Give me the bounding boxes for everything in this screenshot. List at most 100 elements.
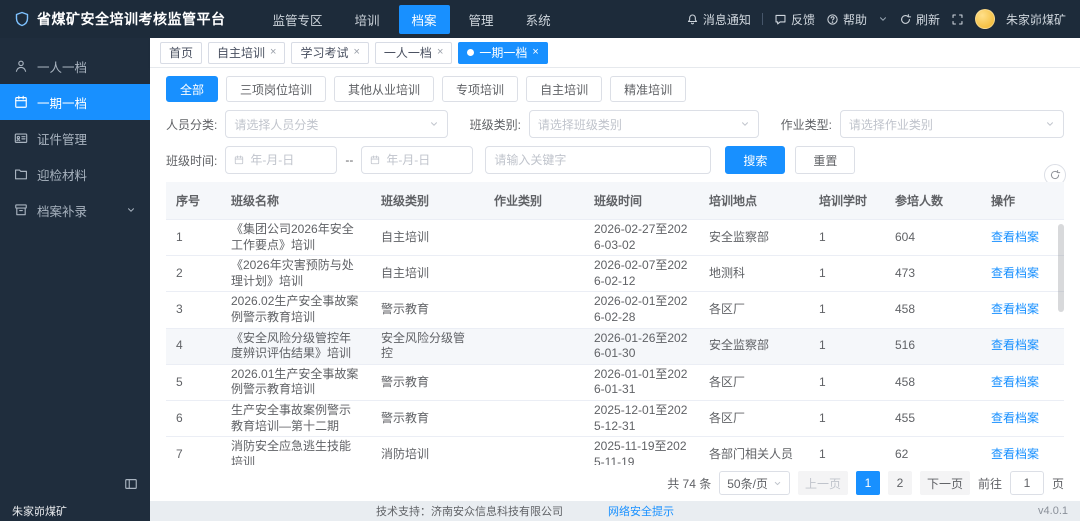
tag-period-archive[interactable]: 一期一档 × [458,41,548,64]
view-archive-link[interactable]: 查看档案 [991,375,1039,389]
nav-system[interactable]: 系统 [513,5,564,34]
col-hours: 培训学时 [809,182,885,220]
view-archive-link[interactable]: 查看档案 [991,447,1039,461]
tag-close-icon[interactable]: × [532,47,538,58]
nav-archive[interactable]: 档案 [398,4,450,34]
cell-place: 各部门相关人员 [699,436,809,465]
tag-close-icon[interactable]: × [270,47,276,58]
refresh-icon [901,13,912,24]
cell-name: 《集团公司2026年安全工作要点》培训 [221,219,371,257]
fullscreen-icon[interactable] [951,13,964,26]
page-size-select[interactable]: 50条/页 [719,471,790,495]
version-label: v4.0.1 [1038,505,1068,517]
col-actions: 操作 [981,182,1064,220]
folder-icon [15,169,27,180]
cell-time: 2026-02-27至2026-03-02 [584,219,699,257]
class-category-label: 班级类别: [469,117,521,132]
nav-supervision[interactable]: 监管专区 [260,5,336,34]
footer-bar: 技术支持：济南安众信息科技有限公司 网络安全提示 v4.0.1 [150,501,1080,521]
work-category-select[interactable]: 请选择作业类别 [839,110,1064,138]
cell-category: 警示教育 [371,291,484,329]
tab-self-training[interactable]: 自主培训 [526,76,603,102]
chevron-down-icon [1047,122,1053,126]
tag-person-archive[interactable]: 一人一档 × [374,41,453,64]
sidebar-item-label: 一人一档 [37,60,88,75]
tag-label: 首页 [169,46,194,60]
network-security-link[interactable]: 网络安全提示 [608,503,674,519]
prev-page-button[interactable]: 上一页 [797,471,848,495]
sidebar-item-person-archive[interactable]: 一人一档 [0,48,150,84]
date-end-input[interactable] [361,146,474,174]
tab-all[interactable]: 全部 [166,76,219,102]
select-placeholder: 请选择人员分类 [234,117,319,132]
view-archive-link[interactable]: 查看档案 [991,266,1039,280]
tag-close-icon[interactable]: × [353,47,359,58]
view-archive-link[interactable]: 查看档案 [991,302,1039,316]
class-table: 序号 班级名称 班级类别 作业类别 班级时间 培训地点 培训学时 参培人数 操作… [166,182,1064,465]
active-dot [467,49,475,56]
sidebar-item-period-archive[interactable]: 一期一档 [0,84,150,120]
header-nav: 监管专区 培训 档案 管理 系统 [260,4,564,34]
help-button[interactable]: 帮助 [826,11,867,28]
class-category-select[interactable]: 请选择班级类别 [528,110,759,138]
sidebar-item-archive-supplement[interactable]: 档案补录 [0,192,150,228]
nav-manage[interactable]: 管理 [456,5,507,34]
view-archive-link[interactable]: 查看档案 [991,230,1039,244]
sidebar-item-certificates[interactable]: 证件管理 [0,120,150,156]
cell-count: 516 [885,328,981,365]
scrollbar-thumb[interactable] [1058,224,1064,312]
tag-study-exam[interactable]: 学习考试 × [291,41,369,64]
chevron-down-icon[interactable] [878,14,888,24]
refresh-button[interactable]: 刷新 [899,11,940,28]
next-page-button[interactable]: 下一页 [919,471,970,495]
page-size-value: 50条/页 [727,476,768,491]
cell-hours: 1 [809,328,885,365]
cell-time: 2025-11-19至2025-11-19 [584,436,699,465]
cell-hours: 1 [809,291,885,329]
tab-three-post-training[interactable]: 三项岗位培训 [226,76,327,102]
tab-special-training[interactable]: 专项培训 [442,76,519,102]
col-no: 序号 [166,182,221,220]
tag-home[interactable]: 首页 [160,41,203,64]
page-number-2[interactable]: 2 [887,471,912,495]
tag-self-training[interactable]: 自主培训 × [208,41,286,64]
table-row: 6 生产安全事故案例警示教育培训—第十二期 警示教育 2025-12-01至2025-… [166,400,1064,438]
cell-name: 2026.01生产安全事故案例警示教育培训 [221,364,371,401]
person-archive-icon [15,60,27,72]
cell-no: 7 [166,436,221,465]
cell-category: 自主培训 [371,255,484,293]
nav-training[interactable]: 培训 [342,5,393,34]
reset-button[interactable]: 重置 [795,146,856,174]
tab-other-practitioner-training[interactable]: 其他从业培训 [334,76,435,102]
user-avatar[interactable] [974,9,995,29]
cell-name: 《安全风险分级管控年度辨识评估结果》培训 [221,328,371,365]
person-category-select[interactable]: 请选择人员分类 [225,110,448,138]
cell-work [484,364,584,401]
search-button[interactable]: 搜索 [725,146,786,174]
date-end-field[interactable] [386,153,465,167]
cell-hours: 1 [809,219,885,257]
keyword-input[interactable] [485,146,712,174]
tag-close-icon[interactable]: × [437,47,443,58]
sidebar-item-inspection-materials[interactable]: 迎检材料 [0,156,150,192]
cell-hours: 1 [809,255,885,293]
cell-actions: 查看档案 [981,400,1064,438]
cell-place: 各区厂 [699,400,809,438]
sidebar-collapse-button[interactable] [0,467,150,501]
date-start-field[interactable] [250,153,329,167]
help-icon [827,13,838,25]
notify-button[interactable]: 消息通知 [686,11,751,28]
view-archive-link[interactable]: 查看档案 [991,411,1039,425]
page-content: 全部 三项岗位培训 其他从业培训 专项培训 自主培训 精准培训 人员分类: 请选… [150,68,1080,501]
date-start-input[interactable] [225,146,338,174]
pagination: 共 74 条 50条/页 上一页 1 2 下一页 前往 页 [166,465,1064,495]
tab-precise-training[interactable]: 精准培训 [610,76,687,102]
tech-support-text: 技术支持：济南安众信息科技有限公司 [376,506,563,518]
view-archive-link[interactable]: 查看档案 [991,338,1039,352]
feedback-button[interactable]: 反馈 [774,11,815,28]
goto-page-input[interactable] [1009,471,1044,495]
user-name[interactable]: 朱家峁煤矿 [1006,11,1066,28]
refresh-label: 刷新 [915,12,940,27]
table-row: 1 《集团公司2026年安全工作要点》培训 自主培训 2026-02-27至2026-… [166,219,1064,257]
page-number-1[interactable]: 1 [855,471,880,495]
